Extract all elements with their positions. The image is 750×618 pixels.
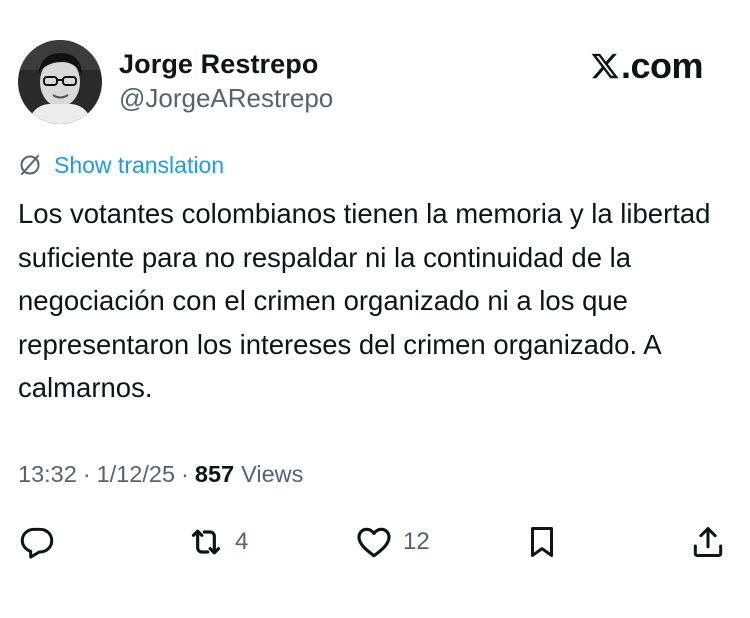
share-button[interactable] <box>689 520 727 564</box>
meta-separator: · <box>82 461 91 487</box>
bookmark-button[interactable] <box>523 520 561 564</box>
author-block: Jorge Restrepo @JorgeARestrepo <box>119 48 333 115</box>
heart-icon <box>357 527 391 558</box>
avatar-photo <box>18 40 102 124</box>
action-bar: 4 12 <box>0 520 750 564</box>
views-label: Views <box>241 461 304 487</box>
show-translation-button[interactable]: Show translation <box>18 150 224 180</box>
translate-icon <box>20 155 40 175</box>
show-translation-link[interactable]: Show translation <box>54 150 224 180</box>
views-count: 857 <box>194 461 235 487</box>
like-count: 12 <box>403 528 430 555</box>
author-handle[interactable]: @JorgeARestrepo <box>119 81 333 115</box>
brand-label: .com <box>621 45 704 86</box>
tweet-time[interactable]: 13:32 <box>18 459 77 489</box>
tweet-card: Jorge Restrepo @JorgeARestrepo .com Show… <box>0 0 750 618</box>
meta-separator: · <box>181 461 189 487</box>
retweet-count: 4 <box>235 528 249 555</box>
reply-icon <box>20 527 54 559</box>
x-logo-icon <box>591 53 619 79</box>
brand-watermark: .com <box>590 45 704 86</box>
share-icon <box>693 527 723 557</box>
like-button[interactable]: 12 <box>354 520 430 564</box>
avatar[interactable] <box>18 40 102 124</box>
tweet-text: Los votantes colombianos tienen la memor… <box>18 198 711 403</box>
author-display-name[interactable]: Jorge Restrepo <box>119 48 333 80</box>
retweet-icon <box>191 529 221 555</box>
retweet-button[interactable]: 4 <box>186 520 248 564</box>
tweet-date[interactable]: 1/12/25 <box>97 459 175 489</box>
reply-button[interactable] <box>18 520 56 564</box>
bookmark-icon <box>530 527 554 557</box>
tweet-meta: 13:32 · 1/12/25 · 857 Views <box>18 459 303 489</box>
